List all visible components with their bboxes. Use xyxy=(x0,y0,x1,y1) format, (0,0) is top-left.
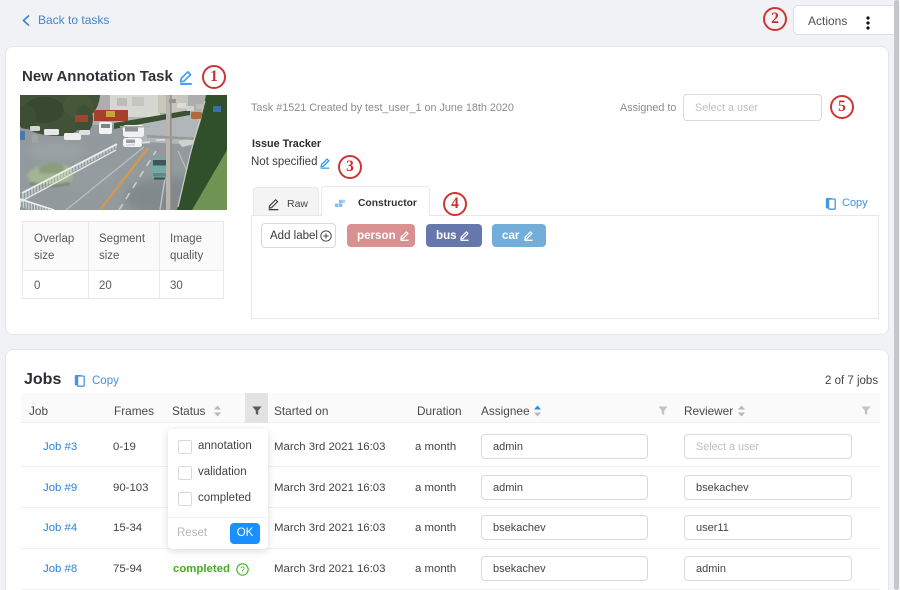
svg-text:?: ? xyxy=(240,565,245,575)
